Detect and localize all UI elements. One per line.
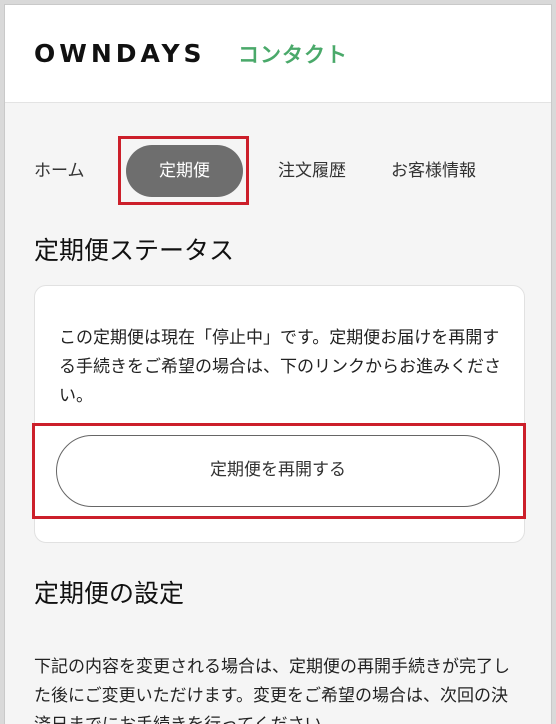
brand-logo[interactable]: OWNDAYS — [34, 39, 206, 69]
app-frame: OWNDAYS コンタクト ホーム 注文履歴 お客様情報 定期便 定期便ステータ… — [4, 4, 552, 724]
section-title: コンタクト — [238, 43, 348, 67]
site-header: OWNDAYS コンタクト — [5, 5, 551, 103]
status-heading: 定期便ステータス — [34, 236, 235, 265]
nav-item-subscription[interactable]: 定期便 — [126, 145, 243, 197]
status-message: この定期便は現在「停止中」です。定期便お届けを再開する手続きをご希望の場合は、下… — [59, 328, 501, 406]
settings-heading: 定期便の設定 — [34, 579, 185, 608]
nav-item-home[interactable]: ホーム — [34, 160, 85, 182]
settings-description: 下記の内容を変更される場合は、定期便の再開手続きが完了した後にご変更いただけます… — [34, 657, 510, 724]
nav-item-customer-info[interactable]: お客様情報 — [391, 160, 476, 182]
nav-item-order-history[interactable]: 注文履歴 — [278, 160, 346, 182]
resume-subscription-button[interactable]: 定期便を再開する — [56, 435, 500, 507]
main-nav: ホーム 注文履歴 お客様情報 — [5, 145, 551, 195]
